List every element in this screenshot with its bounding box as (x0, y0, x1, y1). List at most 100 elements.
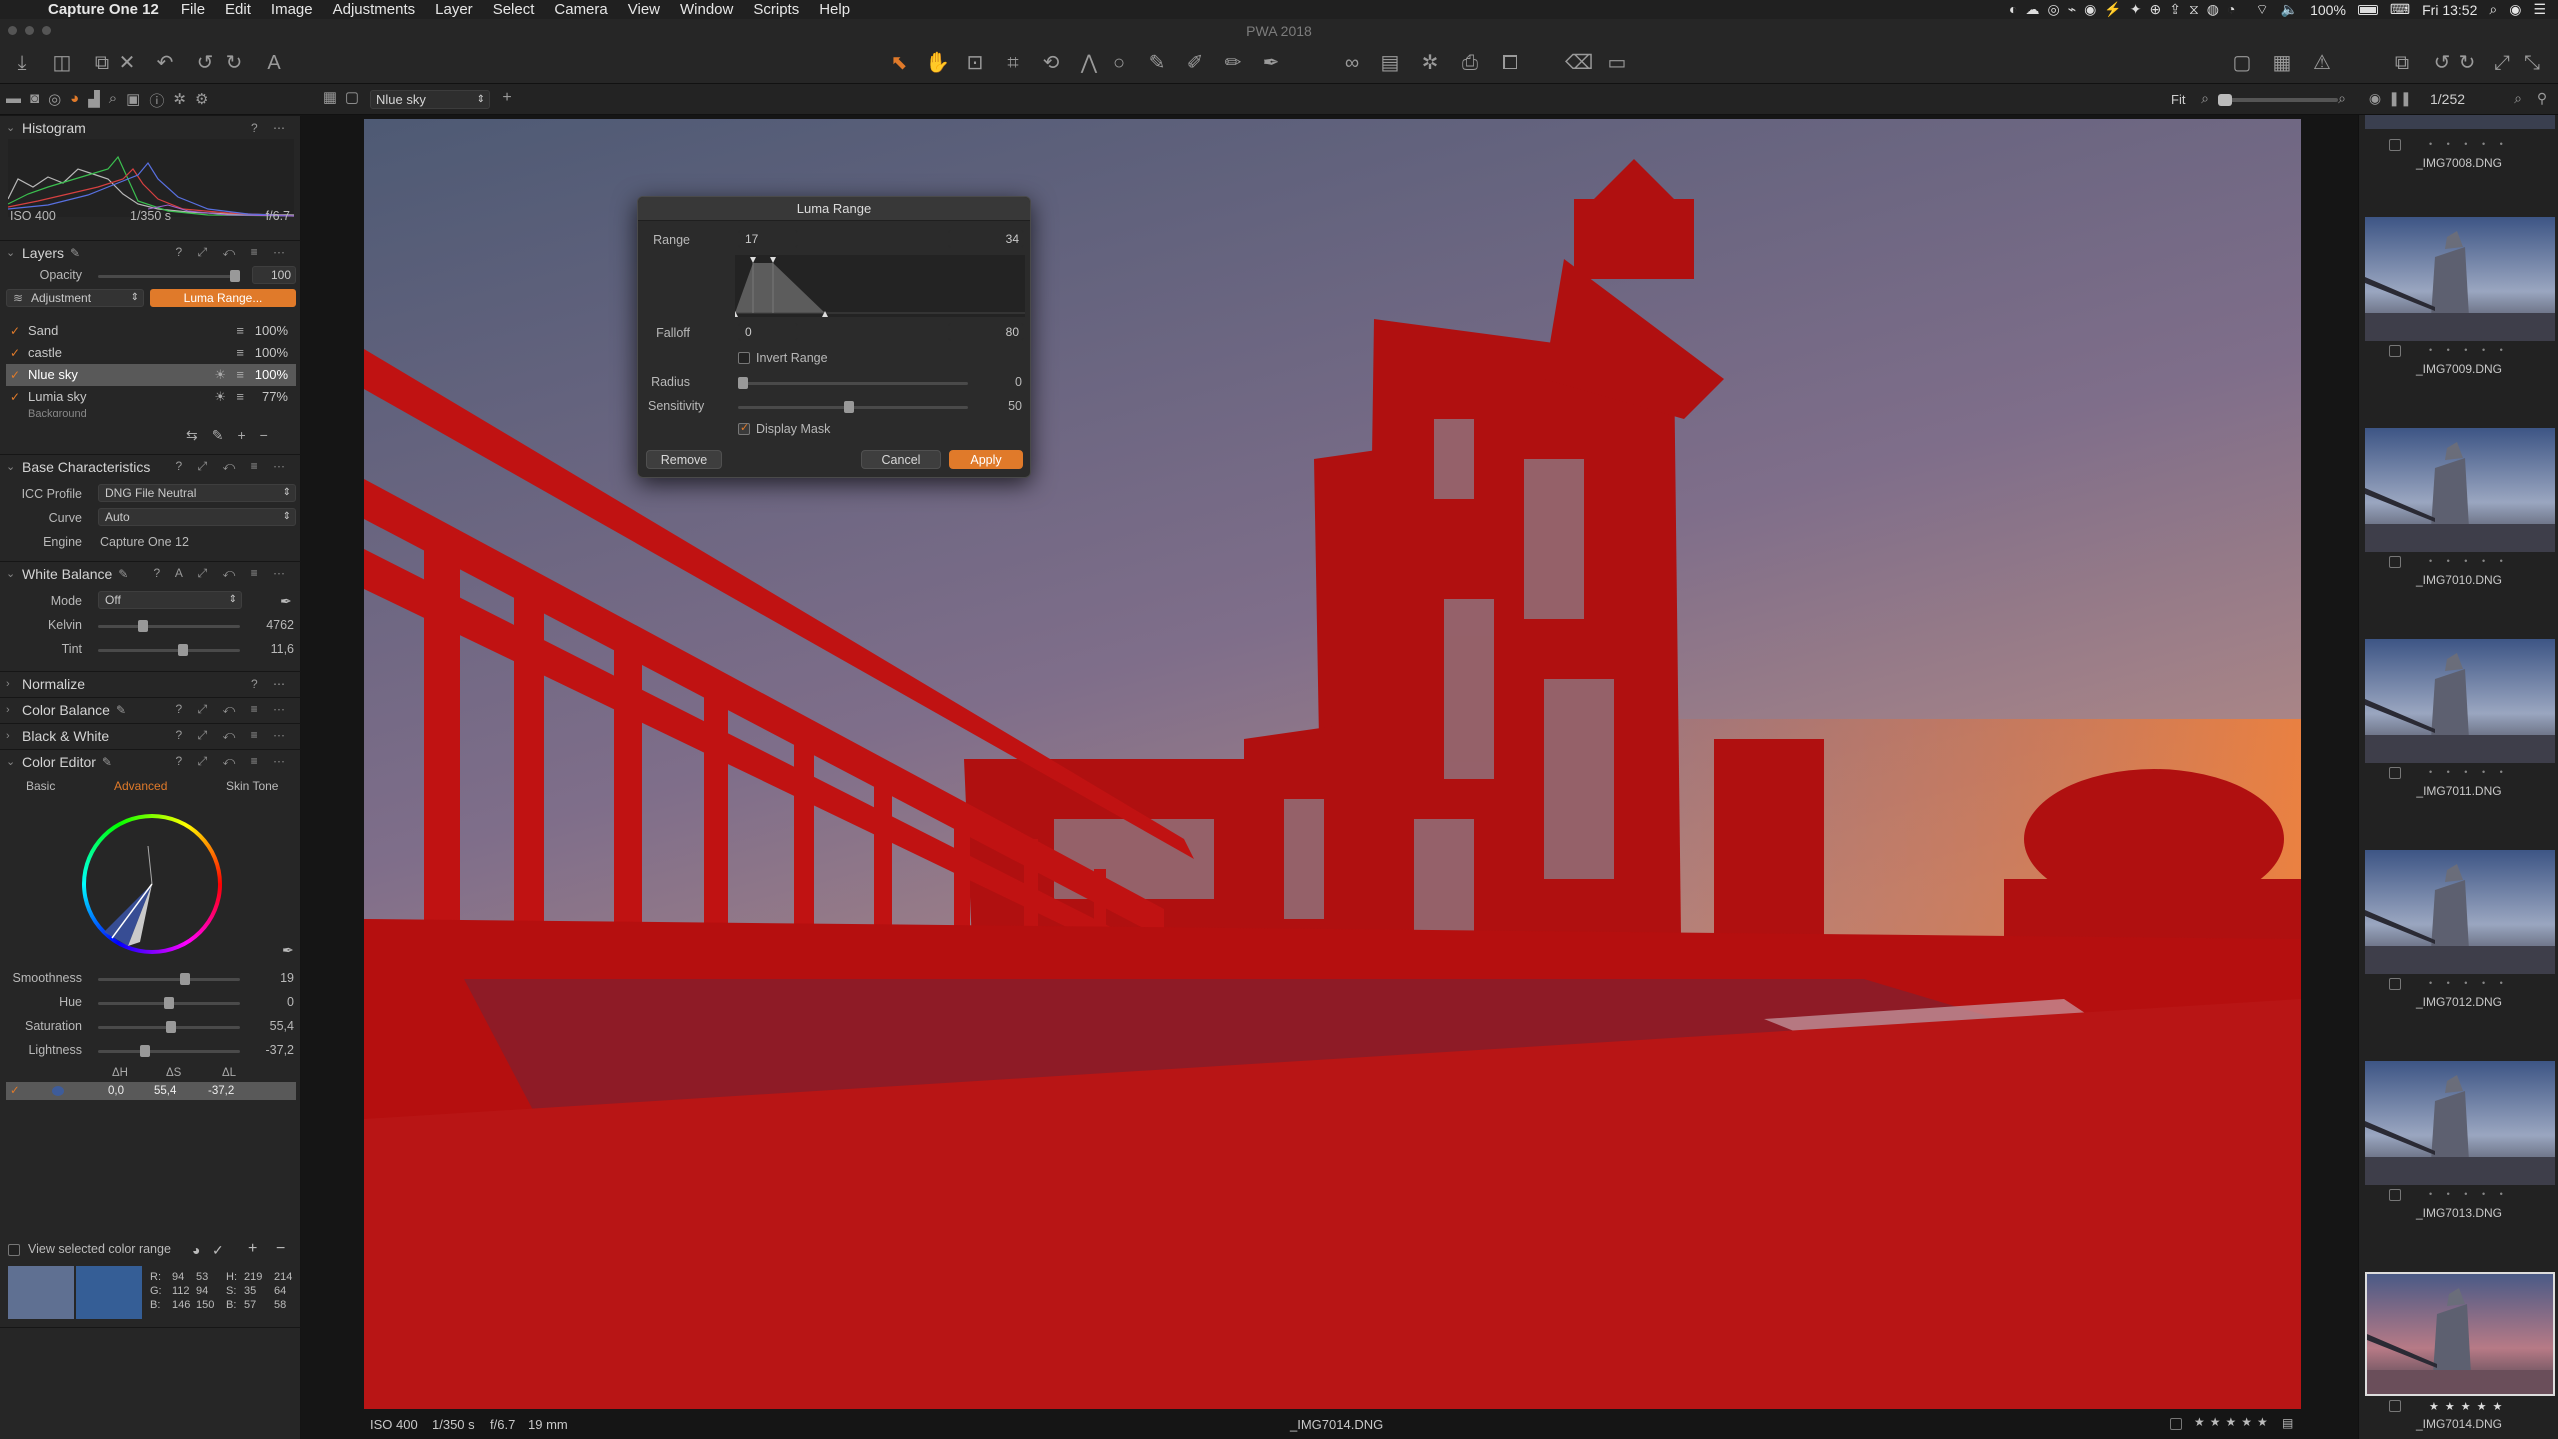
pencil-icon[interactable]: ✎ (70, 246, 80, 260)
lens-tab-icon[interactable]: ◎ (48, 90, 61, 111)
thumbnail-rating[interactable]: • • • • • (2429, 978, 2509, 988)
menu-window[interactable]: Window (680, 1, 733, 18)
fullscreen-icon[interactable]: ⤡ (2520, 51, 2544, 75)
eraser-tool-icon[interactable]: ✐ (1183, 51, 1207, 75)
thumbnail-image[interactable] (2365, 1272, 2555, 1396)
compare-icon[interactable]: ⧠ (1498, 51, 1522, 75)
battery-icon[interactable] (2357, 4, 2378, 15)
pencil-icon[interactable]: ✎ (118, 567, 128, 581)
status-icons[interactable]: ◐☁◎⌁◉⚡✦⊕⇪⧖◍◔ (2009, 1, 2243, 18)
pencil-icon[interactable]: ✎ (102, 755, 112, 769)
tint-slider-handle[interactable] (178, 644, 188, 656)
zoom-slider-handle[interactable] (2218, 94, 2232, 106)
invert-range-checkbox[interactable] (738, 352, 750, 364)
import-icon[interactable]: ⤓ (10, 51, 34, 75)
normalize-header[interactable]: › Normalize ? ⋯ (0, 671, 301, 695)
menu-view[interactable]: View (628, 1, 660, 18)
brush-tool-icon[interactable]: ✎ (1145, 51, 1169, 75)
layer-checkbox[interactable]: ✓ (10, 342, 20, 364)
radius-value[interactable]: 0 (1015, 375, 1022, 389)
sensitivity-slider-handle[interactable] (844, 401, 854, 413)
layer-row-nlue-sky[interactable]: ✓ Nlue sky ☀ ≡ 100% (6, 364, 296, 386)
remove-layer-button[interactable]: − (260, 427, 282, 443)
spot-tool-icon[interactable]: ○ (1107, 51, 1131, 75)
luma-icon[interactable]: ☀ (214, 386, 226, 408)
guides-icon[interactable]: ▦ (2270, 51, 2294, 75)
tab-advanced[interactable]: Advanced (114, 779, 167, 793)
zoom-slider[interactable] (2218, 98, 2338, 102)
reset-icon[interactable]: ↶ (153, 51, 177, 75)
keystone-tool-icon[interactable]: ⋀ (1077, 51, 1101, 75)
color-wheel[interactable] (82, 814, 222, 954)
menu-camera[interactable]: Camera (554, 1, 607, 18)
expand-icon[interactable]: ⤢ (2490, 51, 2514, 75)
sliders-icon[interactable]: ≡ (236, 364, 244, 386)
volume-icon[interactable]: 🔈 (2281, 1, 2298, 18)
tab-basic[interactable]: Basic (26, 779, 55, 793)
adjustment-select[interactable]: ≋ Adjustment ⇕ (6, 289, 144, 307)
opacity-slider[interactable] (98, 275, 240, 278)
cursor-tool-icon[interactable]: ⬉ (887, 51, 911, 75)
menu-scripts[interactable]: Scripts (753, 1, 799, 18)
adjustments-tab-icon[interactable]: ▣ (126, 90, 140, 111)
color-tab-icon[interactable]: ◕ (70, 90, 79, 111)
kelvin-value[interactable]: 4762 (266, 618, 294, 632)
thumbnail-checkbox[interactable] (2389, 1189, 2401, 1201)
luma-icon[interactable]: ☀ (214, 364, 226, 386)
tint-value[interactable]: 11,6 (271, 642, 294, 656)
color-picker-icon[interactable]: ✒ (282, 942, 294, 959)
user-icon[interactable]: ◉ (2509, 1, 2521, 18)
tint-slider[interactable] (98, 649, 240, 652)
thumbnail-image[interactable] (2365, 428, 2555, 552)
picker-tool-icon[interactable]: ✒ (1259, 51, 1283, 75)
luma-range-curve[interactable] (735, 255, 1025, 317)
thumbnail-rating[interactable]: • • • • • (2429, 767, 2509, 777)
color-range-checkbox[interactable]: ✓ (10, 1082, 20, 1100)
icc-profile-select[interactable]: DNG File Neutral ⇕ (98, 484, 296, 502)
color-selection-wedge[interactable] (82, 814, 222, 954)
wifi-icon[interactable]: ⌔ (2255, 1, 2268, 19)
eyedropper-icon[interactable]: ◕ (192, 1242, 200, 1258)
lightness-value[interactable]: -37,2 (266, 1043, 295, 1057)
thumbnail-rating[interactable]: ★★★★★ (2429, 1400, 2508, 1413)
display-mask-checkbox[interactable] (738, 421, 750, 435)
wb-mode-select[interactable]: Off ⇕ (98, 591, 242, 609)
fill-mask-icon[interactable]: ⇆ (186, 427, 212, 443)
picker-plus-icon[interactable]: ✓ (212, 1242, 224, 1259)
spotlight-icon[interactable]: ⌕ (2489, 1, 2497, 18)
sliders-icon[interactable]: ≡ (236, 342, 244, 364)
apple-icon[interactable] (18, 2, 34, 18)
section-menu-icons[interactable]: ? ⋯ (251, 121, 291, 135)
layer-checkbox[interactable]: ✓ (10, 386, 20, 408)
zoom-window-button[interactable] (42, 26, 51, 35)
status-select-checkbox[interactable] (2170, 1418, 2182, 1430)
sliders-icon[interactable]: ≡ (236, 320, 244, 342)
section-menu-icons[interactable]: ? A ⤢ ↶ ≡ ⋯ (154, 566, 291, 581)
delete-icon[interactable]: ✕ (115, 51, 139, 75)
saturation-value[interactable]: 55,4 (270, 1019, 294, 1033)
luma-range-button[interactable]: Luma Range... (150, 289, 296, 307)
exposure-tab-icon[interactable]: ▟ (88, 90, 100, 111)
exposure-warning-icon[interactable]: ⚠ (2310, 51, 2334, 75)
menu-layer[interactable]: Layer (435, 1, 473, 18)
rotate-tool-icon[interactable]: ⟲ (1039, 51, 1063, 75)
thumbnail-rating[interactable]: • • • • • (2429, 345, 2509, 355)
falloff-low-value[interactable]: 0 (738, 323, 798, 341)
thumbnail-checkbox[interactable] (2389, 1400, 2401, 1412)
grid-view-icon[interactable]: ▦ (318, 86, 342, 110)
tab-skin-tone[interactable]: Skin Tone (226, 779, 278, 793)
layer-row-lumia-sky[interactable]: ✓ Lumia sky ☀ ≡ 77% (6, 386, 296, 408)
eraser-icon[interactable]: ⌫ (1565, 51, 1593, 75)
view-selected-checkbox[interactable] (8, 1244, 20, 1256)
print-icon[interactable]: ⎙ (1458, 51, 1482, 75)
smoothness-value[interactable]: 19 (280, 971, 294, 985)
add-layer-button[interactable]: + (237, 427, 259, 443)
rotate-left-icon[interactable]: ↺ (2430, 51, 2454, 75)
add-color-range-button[interactable]: + (248, 1240, 257, 1258)
gradient-tool-icon[interactable]: ✏ (1221, 51, 1245, 75)
smoothness-slider-handle[interactable] (180, 973, 190, 985)
add-layer-icon[interactable]: + (495, 86, 519, 110)
metadata-tab-icon[interactable]: ⓘ (149, 90, 164, 111)
saturation-slider-handle[interactable] (166, 1021, 176, 1033)
close-window-button[interactable] (8, 26, 17, 35)
